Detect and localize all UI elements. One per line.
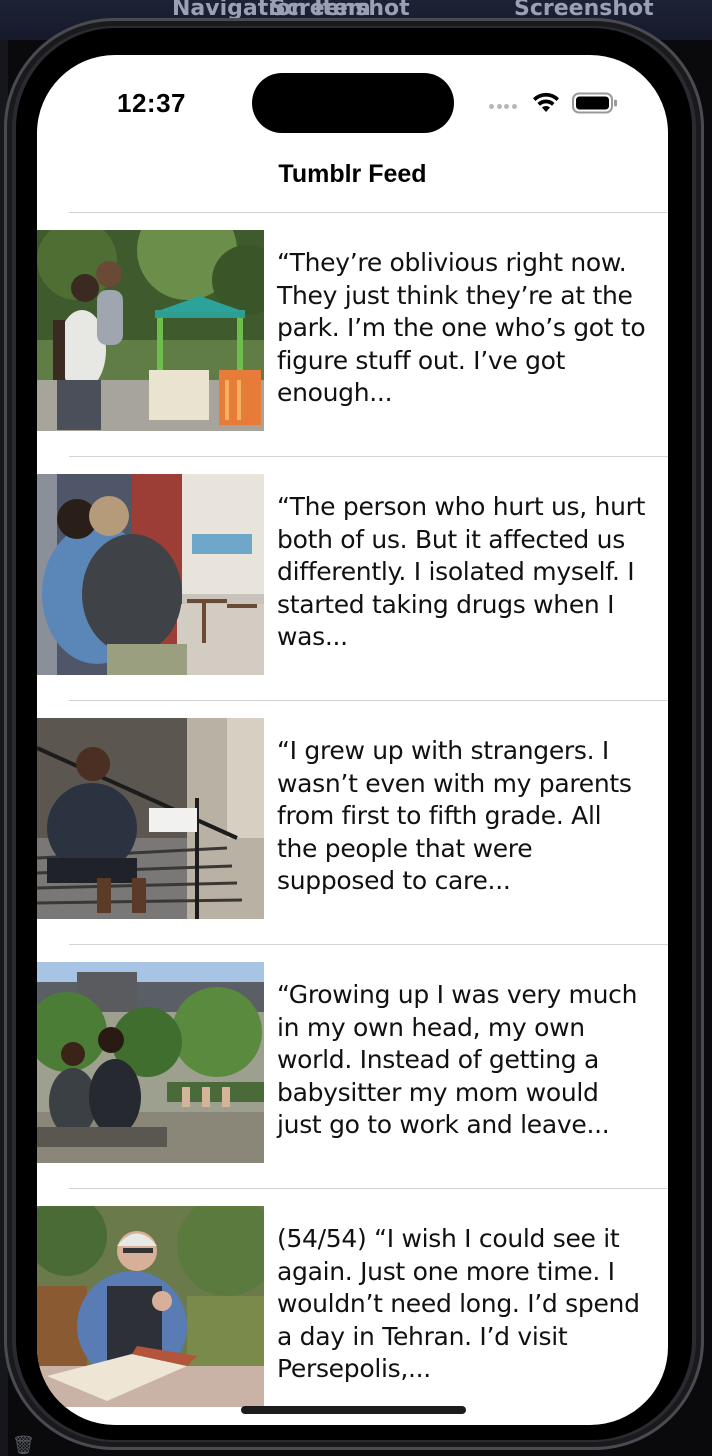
post-thumbnail-elder <box>37 1206 264 1407</box>
post-snippet: “Growing up I was very much in my own he… <box>277 980 638 1140</box>
nav-title: Tumblr Feed <box>278 160 427 188</box>
trash-icon[interactable]: 🗑 <box>12 1436 35 1454</box>
wifi-icon <box>533 92 559 112</box>
post-thumbnail-hug <box>37 474 264 675</box>
feed-item[interactable]: “Growing up I was very much in my own he… <box>37 945 668 1189</box>
feed-item[interactable]: “The person who hurt us, hurt both of us… <box>37 457 668 701</box>
battery-icon <box>572 92 617 114</box>
post-snippet: (54/54) “I wish I could see it again. Ju… <box>277 1224 640 1384</box>
feed-item[interactable]: (54/54) “I wish I could see it again. Ju… <box>37 1189 668 1425</box>
post-thumbnail-park <box>37 230 264 431</box>
post-thumbnail-plaza <box>37 962 264 1163</box>
dynamic-island <box>252 73 454 133</box>
home-indicator[interactable] <box>241 1406 466 1414</box>
feed-item[interactable]: “I grew up with strangers. I wasn’t even… <box>37 701 668 945</box>
post-snippet: “I grew up with strangers. I wasn’t even… <box>277 736 632 896</box>
post-snippet: “They’re oblivious right now. They just … <box>277 248 646 408</box>
feed-item[interactable]: “They’re oblivious right now. They just … <box>37 213 668 457</box>
status-time: 12:37 <box>117 88 186 118</box>
phone-screen: 12:37 Tumblr Feed “They’re oblivious rig… <box>37 55 668 1425</box>
post-thumbnail-steps <box>37 718 264 919</box>
feed-list[interactable]: “They’re oblivious right now. They just … <box>37 213 668 1425</box>
cellular-signal-icon <box>489 104 523 112</box>
post-snippet: “The person who hurt us, hurt both of us… <box>277 492 646 652</box>
